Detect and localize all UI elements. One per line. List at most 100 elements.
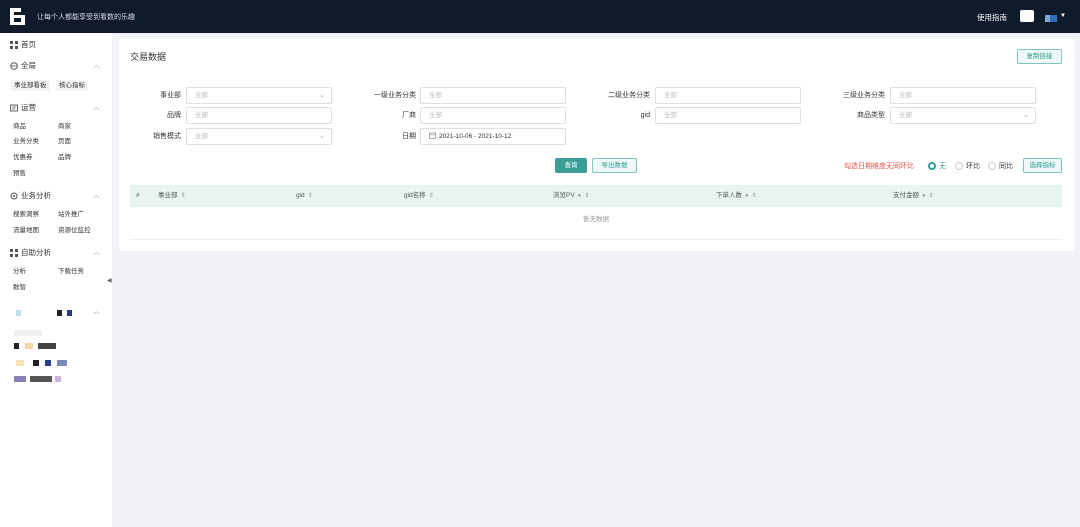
- sidebar-section-operation[interactable]: 运营: [10, 102, 36, 113]
- column-header-pv[interactable]: 浏览PV ● ⇕: [553, 185, 589, 207]
- column-header-payment[interactable]: 支付金额 ● ⇕: [893, 185, 934, 207]
- column-header-gid-name[interactable]: gid名称 ⇕: [404, 185, 434, 207]
- chevron-up-icon[interactable]: ︿: [93, 190, 100, 200]
- sidebar-item-traffic-map[interactable]: 流量地图: [13, 226, 39, 235]
- sidebar-item-page[interactable]: 页面: [58, 137, 71, 146]
- analysis-icon: [10, 192, 18, 199]
- user-menu-avatar[interactable]: [1045, 15, 1057, 22]
- operation-icon: [10, 104, 18, 111]
- column-header-index: #: [136, 192, 140, 199]
- sidebar-item-data-intelligence[interactable]: 数智: [13, 283, 26, 292]
- sidebar-item-brand[interactable]: 品牌: [58, 153, 71, 162]
- gid-input[interactable]: 全部: [655, 107, 801, 124]
- radio-unchecked-icon: [955, 162, 963, 170]
- sidebar-item-home[interactable]: 首页: [10, 39, 36, 50]
- category3-placeholder: 全部: [899, 92, 912, 99]
- column-label: gid名称: [404, 192, 426, 199]
- info-icon: ●: [577, 193, 582, 199]
- sort-icon[interactable]: ⇕: [429, 193, 434, 199]
- sidebar-label: 运营: [21, 103, 36, 112]
- redacted-item: [16, 310, 21, 316]
- column-header-department[interactable]: 事业部 ⇕: [158, 185, 186, 207]
- sidebar-collapse-icon[interactable]: ◀: [107, 277, 112, 284]
- chevron-down-icon: ⌄: [1023, 112, 1029, 119]
- sidebar-item-business-category[interactable]: 业务分类: [13, 137, 39, 146]
- sidebar-item-product[interactable]: 商品: [13, 122, 26, 131]
- filter-label-department: 事业部: [160, 92, 181, 99]
- category2-select[interactable]: 全部: [655, 87, 801, 104]
- sort-icon[interactable]: ⇕: [584, 193, 589, 199]
- export-data-button[interactable]: 导出数据: [592, 158, 637, 173]
- table-header: # 事业部 ⇕ gid ⇕ gid名称 ⇕ 浏览PV ● ⇕ 下单人数 ● ⇕ 支付金额 ● ⇕: [130, 185, 1062, 207]
- product-type-select[interactable]: 全部 ⌄: [890, 107, 1036, 124]
- sidebar-item-search-insight[interactable]: 搜索洞察: [13, 210, 39, 219]
- sidebar-label: 业务分析: [21, 191, 51, 200]
- category3-select[interactable]: 全部: [890, 87, 1036, 104]
- sidebar-item-core-metrics[interactable]: 核心指标: [56, 80, 88, 91]
- column-label: 浏览PV: [553, 192, 575, 199]
- chevron-down-icon: ⌄: [319, 92, 325, 99]
- chevron-up-icon[interactable]: ︿: [93, 306, 100, 316]
- redacted-item: [14, 376, 26, 382]
- date-range-picker[interactable]: 2021-10-06 - 2021-10-12: [420, 128, 566, 145]
- column-label: 支付金额: [893, 192, 919, 199]
- divider: [130, 239, 1062, 240]
- redacted-item: [33, 360, 39, 366]
- column-header-buyers[interactable]: 下单人数 ● ⇕: [716, 185, 757, 207]
- sidebar-item-dept-board[interactable]: 事业部看板: [11, 80, 50, 91]
- radio-mom[interactable]: 环比: [955, 161, 980, 171]
- trade-data-card: 交易数据 复制链接 事业部 全部 ⌄ 一级业务分类 全部 二级业务分类 全部 三…: [119, 39, 1075, 251]
- sidebar-section-business-analysis[interactable]: 业务分析: [10, 190, 51, 201]
- category1-select[interactable]: 全部: [420, 87, 566, 104]
- chevron-up-icon[interactable]: ︿: [93, 102, 100, 112]
- sidebar-item-merchant[interactable]: 商家: [58, 122, 71, 131]
- sort-icon[interactable]: ⇕: [181, 193, 186, 199]
- column-header-gid[interactable]: gid ⇕: [296, 185, 313, 207]
- sidebar-item-analysis[interactable]: 分析: [13, 267, 26, 276]
- radio-yoy[interactable]: 同比: [988, 161, 1013, 171]
- sidebar-item-offsite-promotion[interactable]: 站外推广: [58, 210, 84, 219]
- info-icon: ●: [745, 193, 749, 199]
- column-label: 事业部: [158, 192, 178, 199]
- chevron-up-icon[interactable]: ︿: [93, 60, 100, 70]
- redacted-item: [14, 330, 42, 336]
- redacted-item: [30, 376, 52, 382]
- filter-label-date: 日期: [402, 133, 416, 140]
- avatar[interactable]: [1020, 10, 1034, 22]
- category2-placeholder: 全部: [664, 92, 677, 99]
- sidebar: 首页 全局 ︿ 事业部看板 核心指标 运营 ︿ 商品 商家 业务分类 页面 优惠…: [0, 33, 112, 527]
- sort-icon[interactable]: ⇕: [929, 193, 934, 199]
- filter-label-sales-mode: 销售模式: [153, 133, 181, 140]
- chevron-up-icon[interactable]: ︿: [93, 247, 100, 257]
- sidebar-section-global[interactable]: 全局: [10, 60, 36, 71]
- filter-label-vendor: 厂商: [402, 112, 416, 119]
- sidebar-item-presale[interactable]: 预售: [13, 169, 26, 178]
- user-guide-link[interactable]: 使用指南: [977, 12, 1007, 23]
- column-label: 下单人数: [716, 192, 742, 199]
- sidebar-item-download-tasks[interactable]: 下载任务: [58, 267, 84, 276]
- department-select[interactable]: 全部 ⌄: [186, 87, 332, 104]
- query-button[interactable]: 查询: [555, 158, 587, 173]
- sidebar-item-coupon[interactable]: 优惠券: [13, 153, 33, 162]
- radio-none[interactable]: 无: [928, 161, 946, 171]
- calendar-icon: [429, 132, 436, 139]
- info-icon: ●: [922, 193, 926, 199]
- sort-icon[interactable]: ⇕: [308, 193, 313, 199]
- brand-select[interactable]: 全部: [186, 107, 332, 124]
- redacted-item: [57, 310, 62, 316]
- dashboard-icon: [10, 40, 18, 49]
- sidebar-label: 首页: [21, 40, 36, 49]
- sort-icon[interactable]: ⇕: [752, 193, 757, 199]
- copy-link-button[interactable]: 复制链接: [1017, 49, 1062, 64]
- radio-label: 同比: [999, 163, 1013, 170]
- vendor-select[interactable]: 全部: [420, 107, 566, 124]
- redacted-item: [14, 343, 19, 349]
- chevron-down-icon: ⌄: [319, 133, 325, 140]
- sales-mode-select[interactable]: 全部 ⌄: [186, 128, 332, 145]
- sidebar-section-self-analysis[interactable]: 自助分析: [10, 247, 51, 258]
- logo-icon[interactable]: [10, 8, 26, 25]
- chevron-down-icon[interactable]: ▼: [1060, 13, 1066, 19]
- select-indicators-button[interactable]: 选择指标: [1023, 158, 1062, 173]
- column-label: gid: [296, 192, 305, 199]
- sidebar-item-resource-monitor[interactable]: 资源位监控: [58, 226, 91, 235]
